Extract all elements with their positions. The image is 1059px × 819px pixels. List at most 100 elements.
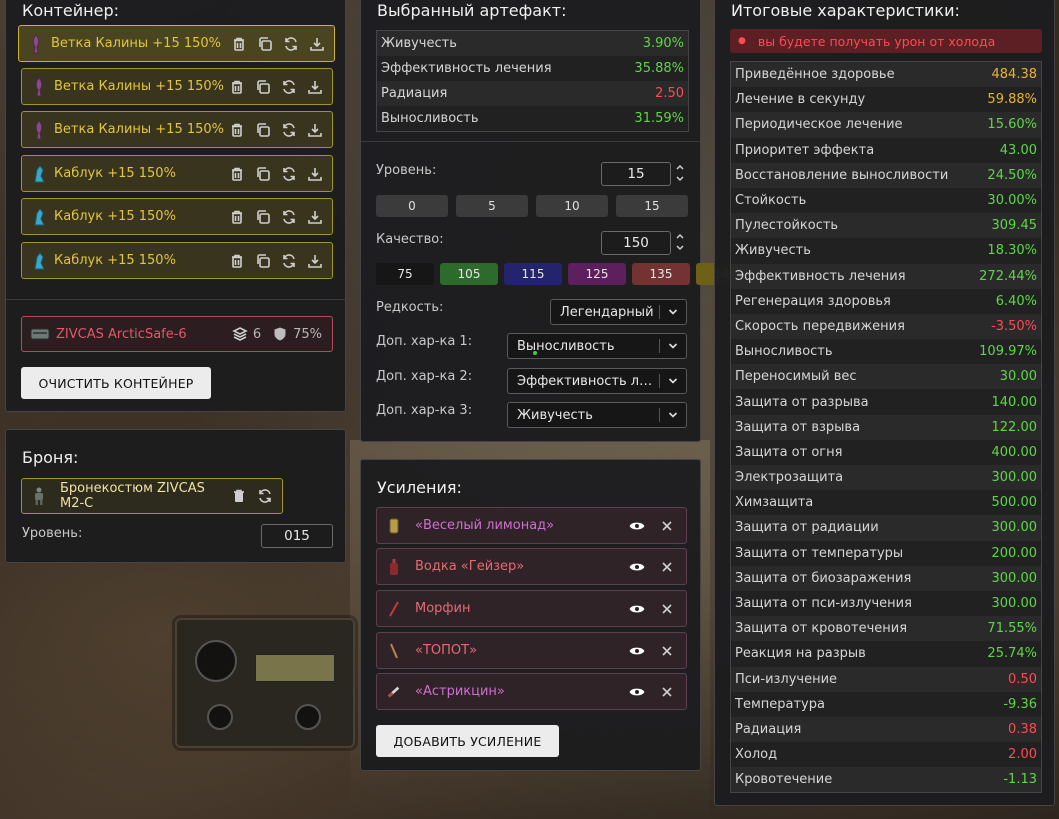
- chevron-down-icon: [660, 375, 686, 387]
- total-stat-value: 300.00: [991, 520, 1038, 536]
- total-stat-name: Живучесть: [735, 243, 811, 259]
- container-item-card[interactable]: ZIVCAS ArcticSafe-6 6 75%: [21, 316, 333, 352]
- copy-icon[interactable]: [254, 208, 272, 226]
- extra3-select[interactable]: Живучесть: [507, 402, 687, 428]
- selected-artifact-panel: Выбранный артефакт: Живучесть 3.90% Эффект…: [360, 0, 754, 442]
- trash-icon[interactable]: [228, 208, 246, 226]
- rarity-select[interactable]: Легендарный: [550, 299, 687, 325]
- boost-row[interactable]: Морфин: [376, 590, 687, 627]
- clear-container-button[interactable]: ОЧИСТИТЬ КОНТЕЙНЕР: [21, 367, 211, 399]
- eye-icon[interactable]: [628, 642, 646, 660]
- eye-icon[interactable]: [628, 517, 646, 535]
- level-preset-button[interactable]: 10: [536, 195, 608, 217]
- total-stat-value: 300.00: [991, 570, 1038, 586]
- total-stat-row: Эффективность лечения 272.44%: [731, 263, 1041, 289]
- refresh-icon[interactable]: [282, 35, 300, 53]
- artifact-row[interactable]: Ветка Калины +15 150%: [18, 25, 335, 62]
- total-stat-name: Электрозащита: [735, 470, 844, 486]
- trash-icon[interactable]: [228, 78, 246, 96]
- stat-row: Радиация 2.50: [377, 81, 688, 106]
- download-icon[interactable]: [306, 165, 324, 183]
- close-icon[interactable]: [658, 600, 676, 618]
- quality-preset-button[interactable]: 135: [632, 263, 690, 285]
- chevron-down-icon: [660, 340, 686, 352]
- refresh-icon[interactable]: [256, 487, 274, 505]
- close-icon[interactable]: [658, 642, 676, 660]
- level-input[interactable]: 15: [601, 162, 671, 186]
- boost-row[interactable]: «Веселый лимонад»: [376, 507, 687, 544]
- rarity-value: Легендарный: [560, 304, 654, 320]
- download-icon[interactable]: [308, 35, 326, 53]
- selected-artifact-stats-table: Живучесть 3.90% Эффективность лечения 35.88…: [376, 30, 689, 132]
- quality-preset-button[interactable]: 125: [568, 263, 626, 285]
- boost-row[interactable]: «ТОПОТ»: [376, 632, 687, 669]
- layers-icon: [231, 325, 249, 343]
- close-icon[interactable]: [658, 558, 676, 576]
- total-stat-name: Периодическое лечение: [735, 117, 903, 133]
- extra2-value: Эффективность ле...: [517, 373, 659, 389]
- level-preset-button[interactable]: 5: [456, 195, 528, 217]
- extra2-select[interactable]: Эффективность ле...: [507, 368, 687, 394]
- download-icon[interactable]: [306, 252, 324, 270]
- copy-icon[interactable]: [254, 165, 272, 183]
- eye-icon[interactable]: [628, 683, 646, 701]
- heel-artifact-icon: [32, 251, 46, 271]
- download-icon[interactable]: [306, 208, 324, 226]
- copy-icon[interactable]: [256, 35, 274, 53]
- copy-icon[interactable]: [254, 121, 272, 139]
- boost-name: Морфин: [415, 601, 471, 616]
- chevron-up-icon[interactable]: [674, 161, 686, 173]
- refresh-icon[interactable]: [280, 165, 298, 183]
- container-slots-value: 6: [252, 326, 262, 342]
- download-icon[interactable]: [306, 121, 324, 139]
- refresh-icon[interactable]: [280, 78, 298, 96]
- total-stat-value: 25.74%: [987, 646, 1037, 662]
- level-preset-button[interactable]: 0: [376, 195, 448, 217]
- stat-value: 35.88%: [634, 61, 684, 76]
- quality-spinner[interactable]: [674, 230, 686, 254]
- container-panel: Контейнер: Ветка Калины +15 150% Ветка Ка…: [5, 0, 346, 412]
- level-preset-button[interactable]: 15: [616, 195, 688, 217]
- copy-icon[interactable]: [254, 252, 272, 270]
- chevron-down-icon[interactable]: [674, 173, 686, 185]
- artifact-row[interactable]: Каблук +15 150%: [21, 242, 333, 279]
- artifact-row[interactable]: Каблук +15 150%: [21, 155, 333, 192]
- trash-icon[interactable]: [228, 252, 246, 270]
- trash-icon[interactable]: [228, 165, 246, 183]
- boost-row[interactable]: Водка «Гейзер»: [376, 548, 687, 585]
- chevron-up-icon[interactable]: [674, 230, 686, 242]
- quality-input[interactable]: 150: [601, 231, 671, 255]
- download-icon[interactable]: [306, 78, 324, 96]
- quality-preset-button[interactable]: 75: [376, 263, 434, 285]
- total-stat-value: 6.40%: [995, 293, 1037, 309]
- total-stat-value: 30.00%: [987, 193, 1037, 209]
- stat-value: 31.59%: [634, 111, 684, 126]
- total-stat-name: Приоритет эффекта: [735, 142, 875, 158]
- copy-icon[interactable]: [254, 78, 272, 96]
- artifact-row[interactable]: Ветка Калины +15 150%: [21, 68, 333, 105]
- extra1-select[interactable]: Выносливость: [507, 333, 687, 359]
- armor-card[interactable]: Бронекостюм ZIVCAS M2-C: [21, 478, 283, 514]
- boost-row[interactable]: «Астрикцин»: [376, 673, 687, 710]
- quality-preset-button[interactable]: 105: [440, 263, 498, 285]
- quality-preset-button[interactable]: 115: [504, 263, 562, 285]
- refresh-icon[interactable]: [280, 121, 298, 139]
- armor-level-input[interactable]: 015: [261, 524, 333, 548]
- add-boost-button[interactable]: ДОБАВИТЬ УСИЛЕНИЕ: [376, 725, 559, 757]
- trash-icon[interactable]: [230, 487, 248, 505]
- refresh-icon[interactable]: [280, 252, 298, 270]
- chevron-down-icon[interactable]: [674, 242, 686, 254]
- artifact-row[interactable]: Каблук +15 150%: [21, 198, 333, 235]
- eye-icon[interactable]: [628, 558, 646, 576]
- total-stat-value: 500.00: [991, 495, 1038, 511]
- eye-icon[interactable]: [628, 600, 646, 618]
- refresh-icon[interactable]: [280, 208, 298, 226]
- artifact-row[interactable]: Ветка Калины +15 150%: [21, 111, 333, 148]
- trash-icon[interactable]: [230, 35, 248, 53]
- trash-icon[interactable]: [228, 121, 246, 139]
- total-stat-row: Защита от взрыва 122.00: [731, 414, 1041, 440]
- close-icon[interactable]: [658, 517, 676, 535]
- level-spinner[interactable]: [674, 161, 686, 185]
- close-icon[interactable]: [658, 683, 676, 701]
- total-stat-row: Защита от радиации 300.00: [731, 515, 1041, 541]
